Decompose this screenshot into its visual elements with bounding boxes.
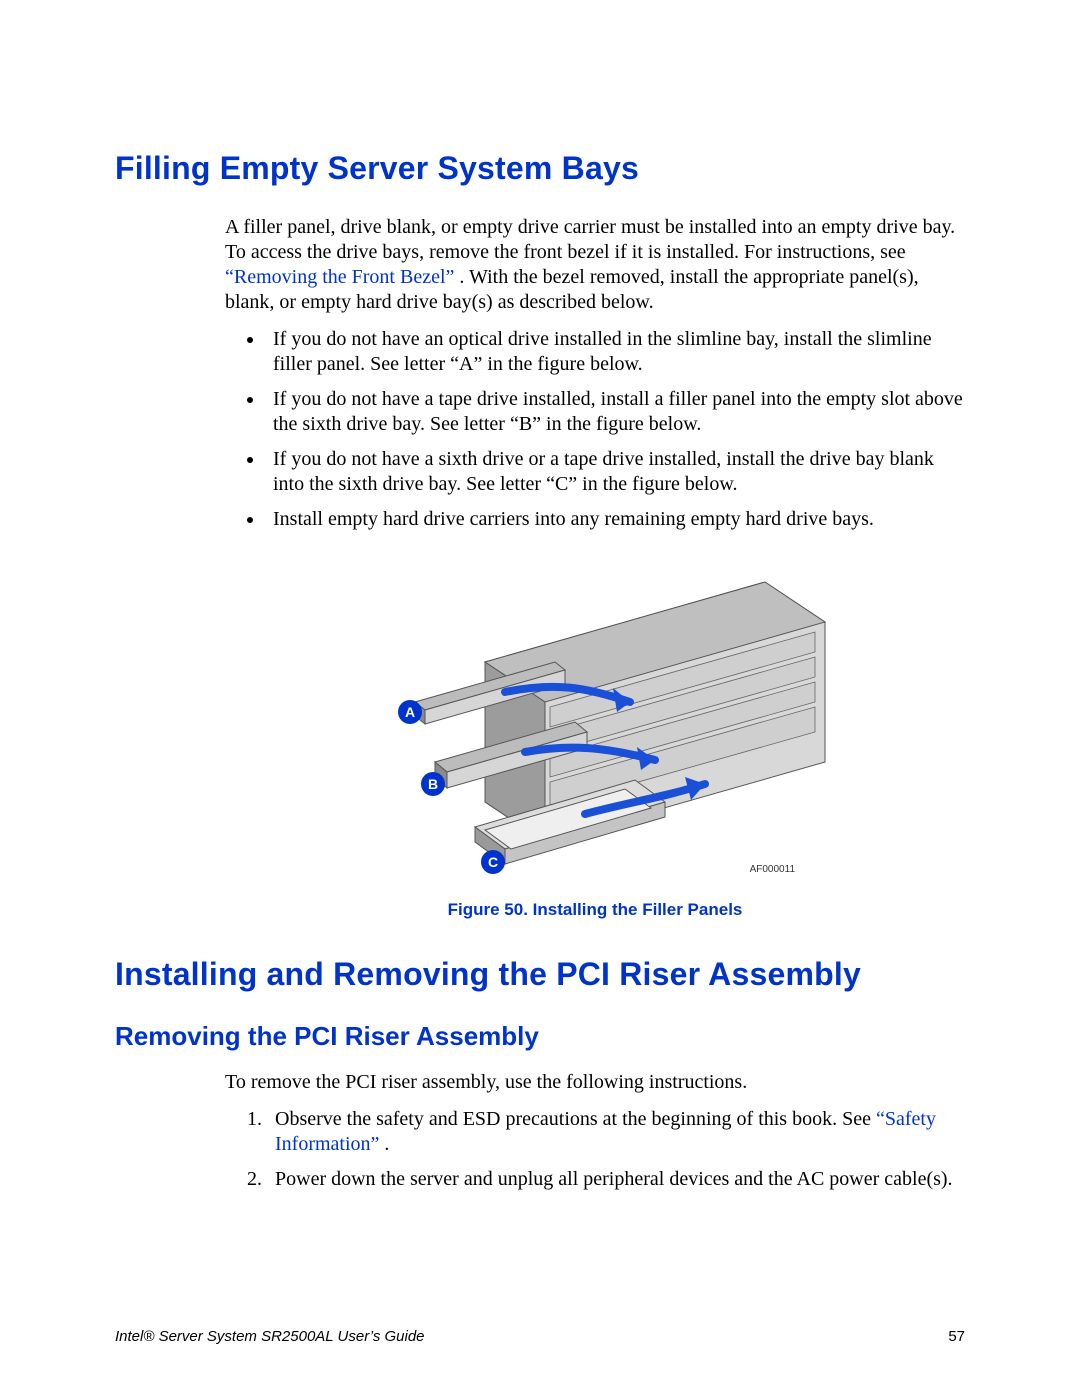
figure-illustration: A B C AF000011 xyxy=(355,552,835,882)
step1-pre: Observe the safety and ESD precautions a… xyxy=(275,1108,876,1130)
heading-pci-riser: Installing and Removing the PCI Riser As… xyxy=(115,956,965,993)
step-item: Power down the server and unplug all per… xyxy=(267,1167,965,1192)
body-block-1: A filler panel, drive blank, or empty dr… xyxy=(225,215,965,920)
link-removing-front-bezel[interactable]: “Removing the Front Bezel” xyxy=(225,266,454,288)
body-block-2: To remove the PCI riser assembly, use th… xyxy=(225,1070,965,1192)
page-footer: Intel® Server System SR2500AL User’s Gui… xyxy=(115,1328,965,1345)
footer-title: Intel® Server System SR2500AL User’s Gui… xyxy=(115,1328,425,1345)
intro-paragraph: A filler panel, drive blank, or empty dr… xyxy=(225,215,965,315)
step-item: Observe the safety and ESD precautions a… xyxy=(267,1107,965,1157)
heading-filling-bays: Filling Empty Server System Bays xyxy=(115,150,965,187)
figure-af-code: AF000011 xyxy=(750,864,796,875)
bullet-item: If you do not have a sixth drive or a ta… xyxy=(265,447,965,497)
step-list: Observe the safety and ESD precautions a… xyxy=(225,1107,965,1192)
figure-50: A B C AF000011 xyxy=(225,552,965,889)
footer-page-number: 57 xyxy=(948,1328,965,1345)
subheading-removing-pci: Removing the PCI Riser Assembly xyxy=(115,1021,965,1052)
pci-intro-paragraph: To remove the PCI riser assembly, use th… xyxy=(225,1070,965,1095)
bullet-list: If you do not have an optical drive inst… xyxy=(225,327,965,532)
callout-a-label: A xyxy=(405,704,415,720)
step1-post: . xyxy=(384,1133,389,1155)
figure-caption: Figure 50. Installing the Filler Panels xyxy=(225,899,965,920)
callout-c-label: C xyxy=(488,854,498,870)
bullet-item: If you do not have a tape drive installe… xyxy=(265,387,965,437)
bullet-item: Install empty hard drive carriers into a… xyxy=(265,507,965,532)
intro-text-pre: A filler panel, drive blank, or empty dr… xyxy=(225,216,955,263)
callout-b-label: B xyxy=(428,776,438,792)
bullet-item: If you do not have an optical drive inst… xyxy=(265,327,965,377)
